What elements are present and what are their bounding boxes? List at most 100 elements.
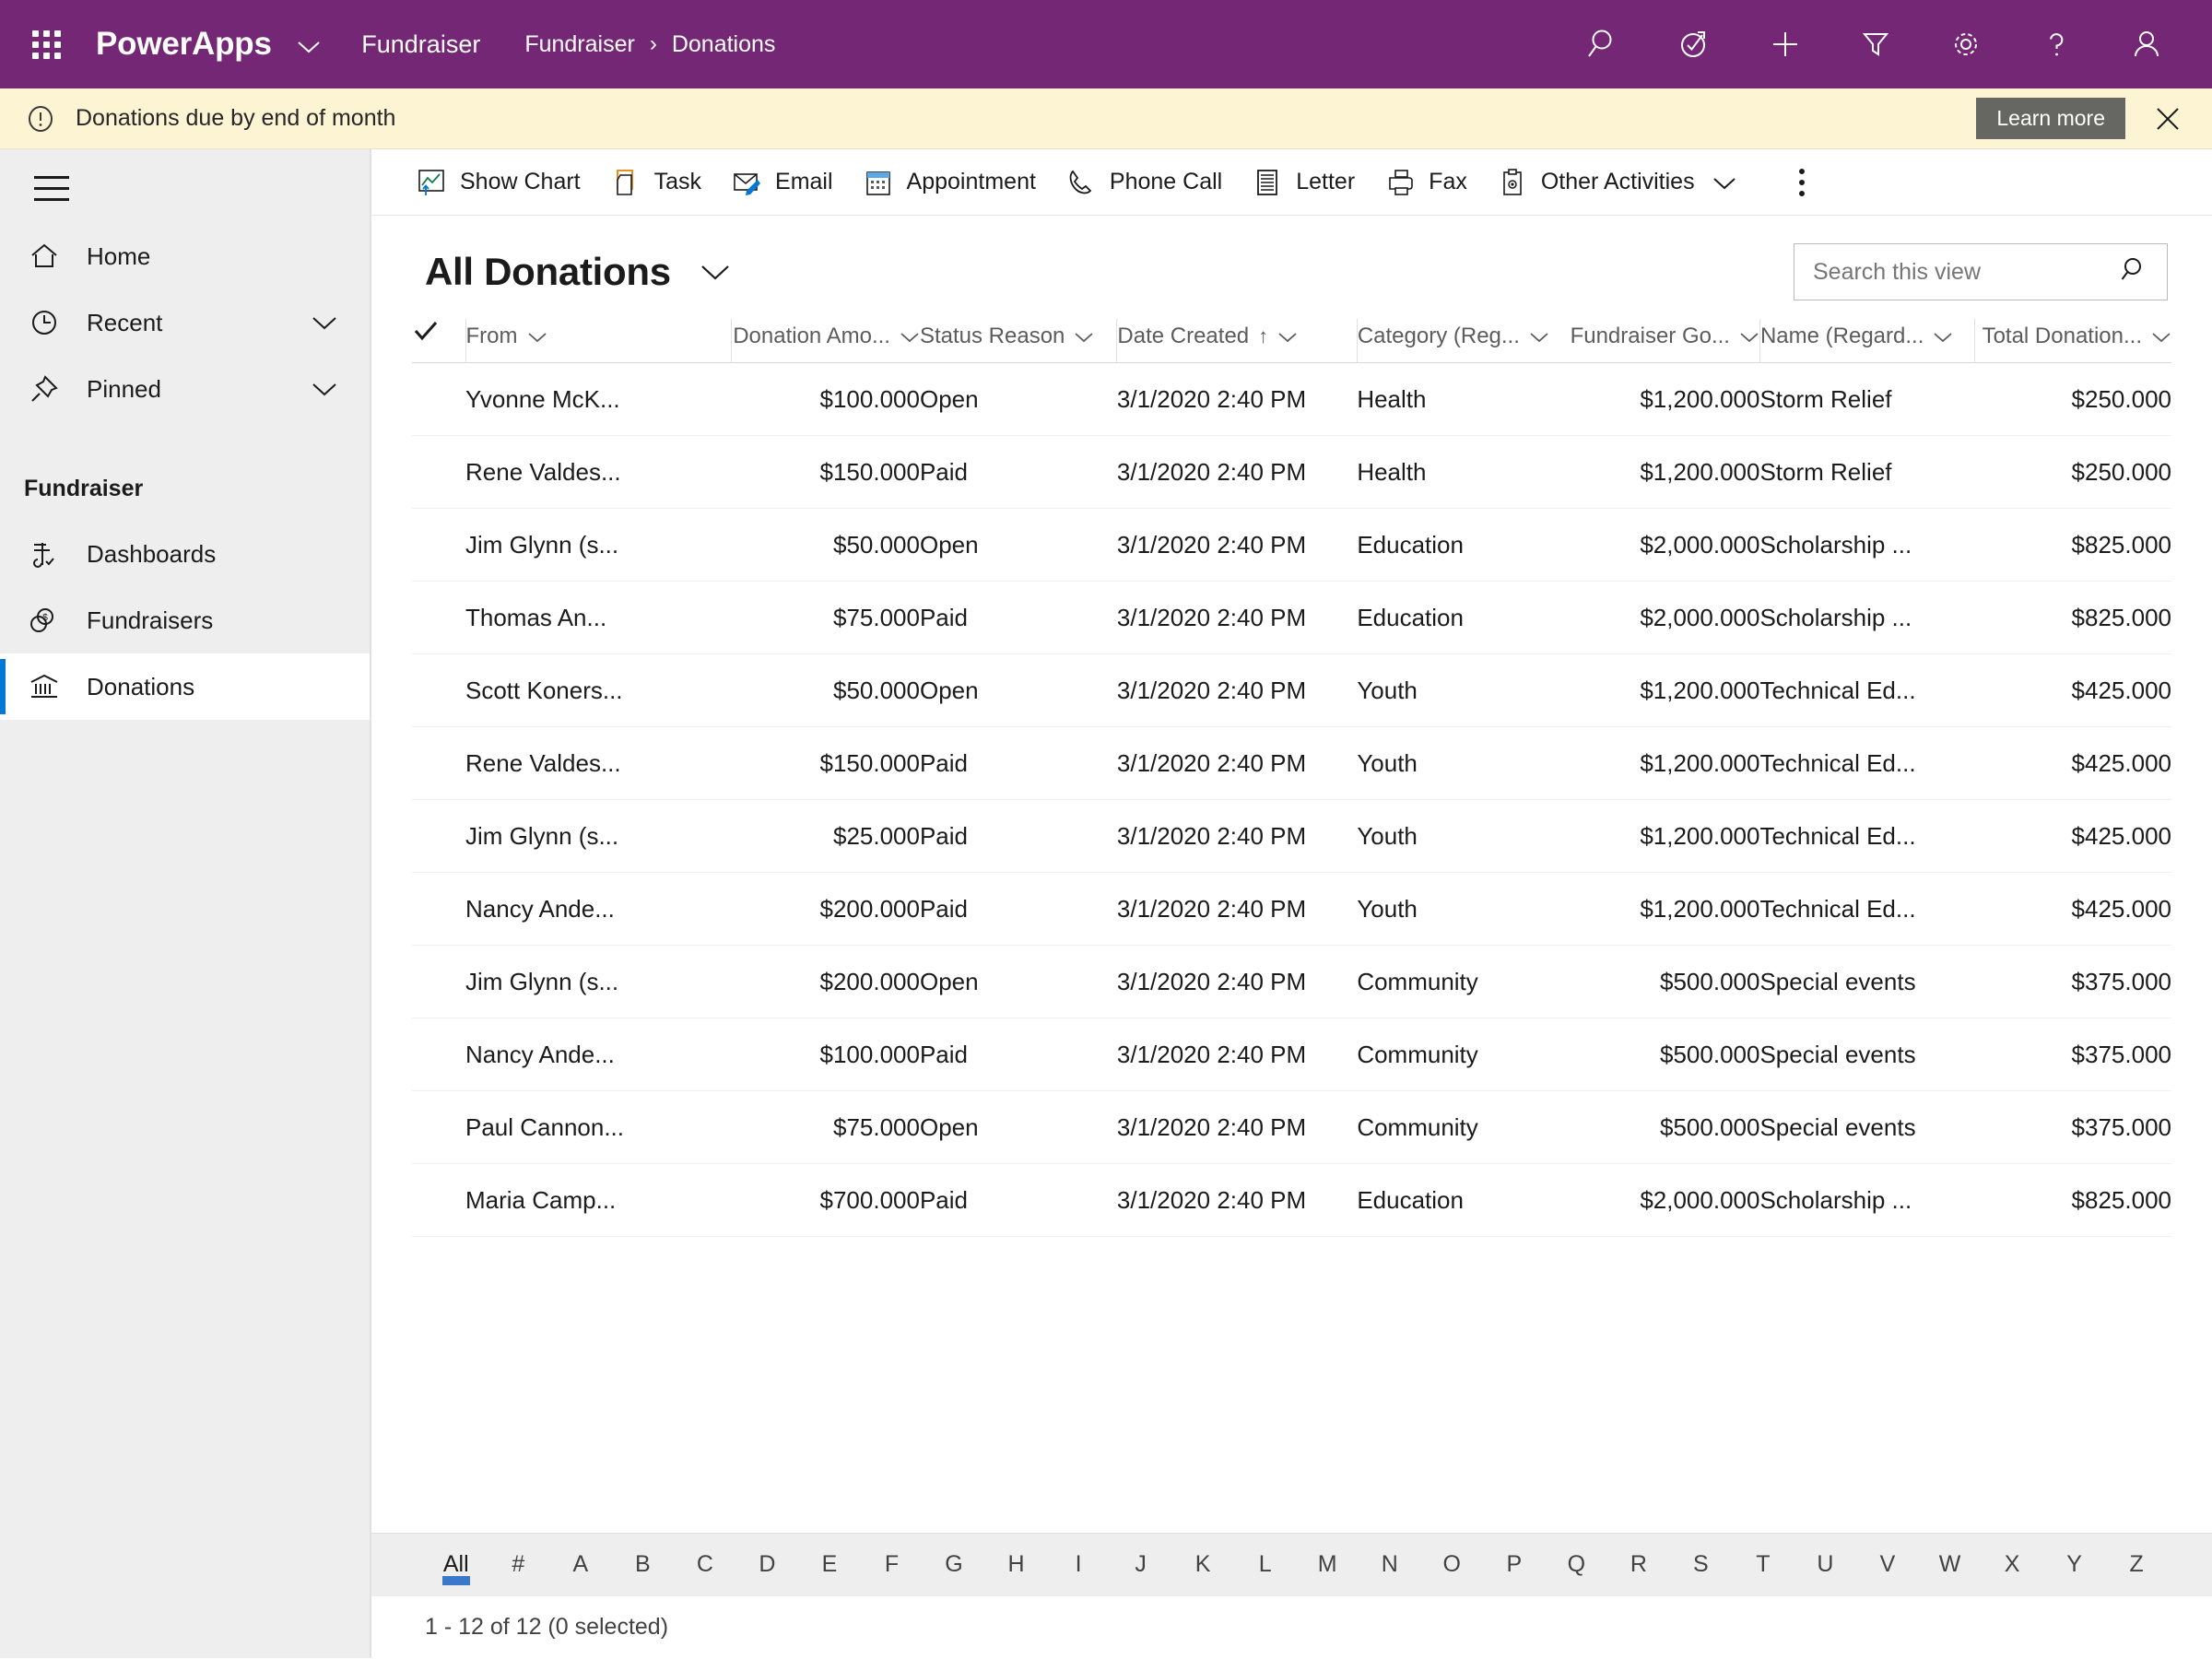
sidebar-item-pinned[interactable]: Pinned [0,356,370,422]
alphabet-filter-hash[interactable]: # [488,1534,550,1596]
column-header-date-created[interactable]: Date Created ↑ [1116,319,1358,363]
row-select-checkbox[interactable] [412,1018,465,1091]
letter-button[interactable]: Letter [1237,149,1370,216]
learn-more-button[interactable]: Learn more [1976,98,2125,139]
table-row[interactable]: Yvonne McK... $100.000 Open 3/1/2020 2:40 P… [412,362,2171,436]
chevron-down-icon[interactable] [900,331,920,343]
row-select-checkbox[interactable] [412,581,465,654]
chevron-down-icon[interactable] [1277,331,1298,343]
chevron-down-icon[interactable] [1933,331,1953,343]
settings-gear-icon[interactable] [1921,0,2011,88]
column-header-status-reason[interactable]: Status Reason [919,319,1117,363]
table-row[interactable]: Jim Glynn (s... $50.000 Open 3/1/2020 2:40 … [412,508,2171,582]
breadcrumb-item-1[interactable]: Donations [672,31,776,58]
alphabet-filter-q[interactable]: Q [1546,1534,1608,1596]
alphabet-filter-g[interactable]: G [923,1534,985,1596]
alphabet-filter-t[interactable]: T [1732,1534,1794,1596]
row-select-checkbox[interactable] [412,799,465,873]
column-header-category[interactable]: Category (Reg... [1356,319,1563,363]
hamburger-menu-icon[interactable] [13,153,90,223]
row-select-checkbox[interactable] [412,1163,465,1237]
filter-icon[interactable] [1830,0,1921,88]
sidebar-item-donations[interactable]: Donations [0,653,370,720]
table-row[interactable]: Thomas An... $75.000 Paid 3/1/2020 2:40 PM E… [412,581,2171,654]
chevron-down-icon[interactable] [311,381,338,397]
row-select-checkbox[interactable] [412,726,465,800]
search-this-view-box[interactable] [1794,243,2168,300]
chevron-down-icon[interactable] [1074,331,1094,343]
appointment-button[interactable]: Appointment [848,149,1051,216]
help-icon[interactable] [2011,0,2101,88]
fax-button[interactable]: Fax [1370,149,1482,216]
assistant-icon[interactable] [1650,0,1740,88]
alphabet-filter-l[interactable]: L [1234,1534,1297,1596]
alphabet-filter-i[interactable]: I [1047,1534,1110,1596]
table-row[interactable]: Rene Valdes... $150.000 Paid 3/1/2020 2:40 … [412,435,2171,509]
alphabet-filter-k[interactable]: K [1171,1534,1234,1596]
search-icon[interactable] [2119,254,2150,290]
chevron-down-icon[interactable] [311,314,338,331]
app-name-label[interactable]: Fundraiser [361,30,480,59]
show-chart-button[interactable]: Show Chart [401,149,595,216]
alphabet-filter-p[interactable]: P [1483,1534,1546,1596]
alphabet-filter-c[interactable]: C [674,1534,736,1596]
alphabet-filter-y[interactable]: Y [2043,1534,2106,1596]
alphabet-filter-b[interactable]: B [612,1534,675,1596]
search-icon[interactable] [1559,0,1650,88]
select-all-header[interactable] [412,319,465,363]
sidebar-item-fundraisers[interactable]: $ Fundraisers [0,587,370,653]
row-select-checkbox[interactable] [412,508,465,582]
alphabet-filter-v[interactable]: V [1856,1534,1919,1596]
chevron-down-icon[interactable] [1712,175,1737,190]
row-select-checkbox[interactable] [412,362,465,436]
chevron-down-icon[interactable] [1739,331,1759,343]
table-row[interactable]: Paul Cannon... $75.000 Open 3/1/2020 2:40 P… [412,1090,2171,1164]
alphabet-filter-x[interactable]: X [1981,1534,2043,1596]
alphabet-filter-s[interactable]: S [1670,1534,1733,1596]
quick-create-icon[interactable] [1740,0,1830,88]
sidebar-item-dashboards[interactable]: Dashboards [0,521,370,587]
table-row[interactable]: Jim Glynn (s... $200.000 Open 3/1/2020 2:40… [412,945,2171,1018]
alphabet-filter-r[interactable]: R [1607,1534,1670,1596]
brand-chevron-down-icon[interactable] [297,36,321,60]
row-select-checkbox[interactable] [412,945,465,1018]
row-select-checkbox[interactable] [412,872,465,946]
more-commands-icon[interactable] [1776,149,1828,216]
column-header-fundraiser-goal[interactable]: Fundraiser Go... [1562,319,1760,363]
alphabet-filter-h[interactable]: H [985,1534,1048,1596]
checkmark-icon[interactable] [412,322,440,348]
close-icon[interactable] [2147,99,2188,139]
alphabet-filter-d[interactable]: D [736,1534,799,1596]
chevron-down-icon[interactable] [527,331,547,343]
alphabet-filter-u[interactable]: U [1794,1534,1857,1596]
column-header-total-donations[interactable]: Total Donation... [1973,319,2171,363]
phone-call-button[interactable]: Phone Call [1051,149,1237,216]
table-row[interactable]: Maria Camp... $700.000 Paid 3/1/2020 2:40 P… [412,1163,2171,1237]
table-row[interactable]: Scott Koners... $50.000 Open 3/1/2020 2:40 … [412,653,2171,727]
view-selector-chevron-down-icon[interactable] [699,262,732,282]
user-profile-icon[interactable] [2101,0,2192,88]
alphabet-filter-z[interactable]: Z [2105,1534,2168,1596]
app-launcher-waffle-icon[interactable] [20,18,72,70]
row-select-checkbox[interactable] [412,435,465,509]
alphabet-filter-all[interactable]: All [425,1534,488,1596]
column-header-name-regarding[interactable]: Name (Regard... [1759,319,1974,363]
alphabet-filter-f[interactable]: F [861,1534,924,1596]
alphabet-filter-a[interactable]: A [549,1534,612,1596]
email-button[interactable]: Email [716,149,848,216]
alphabet-filter-w[interactable]: W [1919,1534,1982,1596]
chevron-down-icon[interactable] [2151,331,2171,343]
column-header-from[interactable]: From [465,319,732,363]
breadcrumb-item-0[interactable]: Fundraiser [524,31,635,58]
alphabet-filter-o[interactable]: O [1421,1534,1484,1596]
task-button[interactable]: Task [595,149,716,216]
row-select-checkbox[interactable] [412,1090,465,1164]
row-select-checkbox[interactable] [412,653,465,727]
table-row[interactable]: Rene Valdes... $150.000 Paid 3/1/2020 2:40 … [412,726,2171,800]
alphabet-filter-j[interactable]: J [1110,1534,1172,1596]
alphabet-filter-m[interactable]: M [1296,1534,1359,1596]
table-row[interactable]: Nancy Ande... $100.000 Paid 3/1/2020 2:40 P… [412,1018,2171,1091]
alphabet-filter-n[interactable]: N [1359,1534,1421,1596]
column-header-donation-amount[interactable]: Donation Amo... [730,319,920,363]
table-row[interactable]: Jim Glynn (s... $25.000 Paid 3/1/2020 2:40 … [412,799,2171,873]
